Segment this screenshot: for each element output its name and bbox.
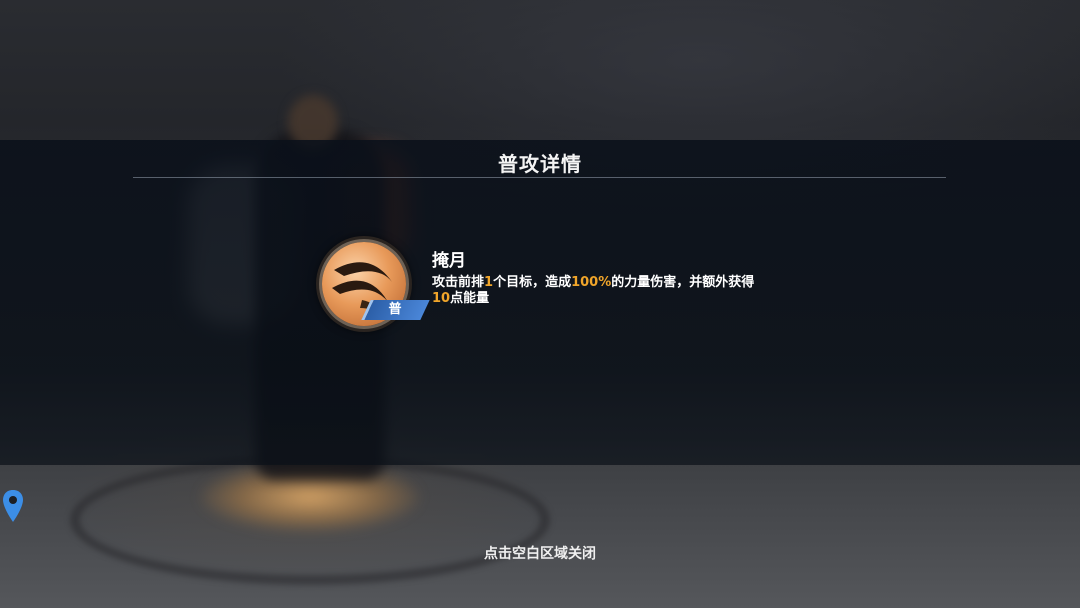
desc-highlight-target-count: 1	[484, 275, 494, 290]
location-pin-icon[interactable]	[2, 489, 24, 523]
desc-text: 个目标，造成	[493, 275, 572, 290]
title-divider	[133, 177, 946, 178]
skill-description: 攻击前排1个目标，造成100%的力量伤害，并额外获得 10点能量	[432, 275, 762, 307]
skill-type-label: 普	[388, 302, 402, 317]
panel-title: 普攻详情	[498, 152, 582, 176]
desc-text: 点能量	[450, 291, 490, 306]
desc-text: 攻击前排	[432, 275, 485, 290]
desc-text: 的力量伤害，并额外获得	[611, 275, 755, 290]
desc-highlight-energy: 10	[432, 291, 451, 306]
close-hint: 点击空白区域关闭	[484, 546, 596, 562]
desc-highlight-damage-percent: 100%	[571, 275, 612, 290]
skill-name: 掩月	[432, 251, 466, 271]
